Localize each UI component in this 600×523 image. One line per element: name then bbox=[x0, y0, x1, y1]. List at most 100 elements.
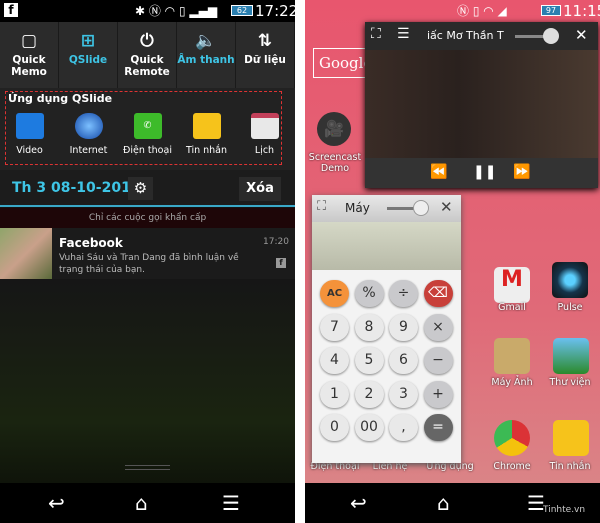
menu-icon[interactable]: ☰ bbox=[222, 491, 240, 515]
home-icon[interactable]: ⌂ bbox=[135, 491, 148, 515]
fullscreen-icon[interactable]: ⛶ bbox=[371, 26, 381, 42]
calc-key[interactable]: AC bbox=[320, 280, 349, 307]
toggle-quick-remote[interactable]: ⏻ Quick Remote bbox=[118, 22, 177, 88]
calc-title-bar: ⛶ Máy ✕ bbox=[312, 195, 461, 222]
camera-icon[interactable] bbox=[494, 338, 530, 374]
close-icon[interactable]: ✕ bbox=[575, 26, 588, 44]
calc-display bbox=[312, 222, 461, 270]
qslide-calculator-window[interactable]: ⛶ Máy ✕ AC% ÷ ⌫ 7 8 9 × 4 5 6− 1 2 3 +0 00, = bbox=[312, 195, 461, 463]
google-search-widget[interactable]: Google bbox=[313, 48, 373, 78]
screencast-icon[interactable]: 🎥 bbox=[317, 112, 351, 146]
close-icon[interactable]: ✕ bbox=[440, 198, 453, 216]
message-icon bbox=[192, 113, 221, 139]
calc-key[interactable]: ⌫ bbox=[423, 280, 453, 307]
battery-icon: 62 bbox=[231, 5, 253, 16]
messages-icon[interactable] bbox=[553, 420, 589, 456]
sound-icon: 🔈 bbox=[195, 31, 217, 51]
calc-key[interactable]: × bbox=[423, 313, 453, 341]
drag-handle[interactable] bbox=[125, 465, 170, 470]
calc-title: Máy bbox=[345, 201, 370, 215]
qslide-app-phone[interactable]: ✆ Điện thoại bbox=[120, 113, 175, 156]
video-controls: ⏪ ❚❚ ⏩ bbox=[365, 158, 598, 188]
remote-icon: ⏻ bbox=[140, 31, 154, 51]
video-title: iấc Mơ Thần T bbox=[427, 29, 504, 42]
calc-key[interactable]: ÷ bbox=[389, 280, 418, 307]
status-bar: Ⓝ ▯ ◠ ◢ 97 11:15 bbox=[305, 0, 600, 22]
status-icons: Ⓝ ▯ ◠ ◢ bbox=[457, 4, 507, 18]
calc-key[interactable]: 2 bbox=[354, 380, 384, 408]
panel-background bbox=[0, 279, 295, 483]
left-phone-notification-panel: f ✱ Ⓝ ◠ ▯ ▂▄▆ 62 17:22 ▢ Quick Memo ⊞ QSli… bbox=[0, 0, 295, 523]
battery-icon: 97 bbox=[541, 5, 561, 16]
calendar-icon bbox=[250, 113, 279, 139]
home-icon[interactable]: ⌂ bbox=[437, 491, 450, 515]
fast-forward-icon[interactable]: ⏩ bbox=[513, 164, 530, 180]
clock: 17:22 bbox=[255, 2, 295, 20]
calc-key[interactable]: + bbox=[423, 380, 453, 408]
video-title-bar: ⛶ ☰ iấc Mơ Thần T ✕ bbox=[365, 22, 598, 50]
opacity-slider-thumb[interactable] bbox=[413, 200, 429, 216]
calc-key[interactable]: 7 bbox=[320, 313, 349, 341]
qslide-video-window[interactable]: ⛶ ☰ iấc Mơ Thần T ✕ ⏪ ❚❚ ⏩ bbox=[365, 22, 598, 188]
qslide-title: Ứng dụng QSlide bbox=[8, 92, 113, 105]
navigation-bar: ↩ ⌂ ☰ bbox=[0, 483, 295, 523]
qslide-icon: ⊞ bbox=[80, 31, 96, 51]
toggle-data[interactable]: ⇅ Dữ liệu bbox=[236, 22, 295, 88]
video-frame bbox=[365, 50, 598, 158]
opacity-slider-thumb[interactable] bbox=[543, 28, 559, 44]
pause-icon[interactable]: ❚❚ bbox=[473, 164, 496, 180]
status-bar: f ✱ Ⓝ ◠ ▯ ▂▄▆ 62 17:22 bbox=[0, 0, 295, 22]
calc-key[interactable]: 9 bbox=[389, 313, 418, 341]
rewind-icon[interactable]: ⏪ bbox=[430, 164, 447, 180]
gallery-icon[interactable] bbox=[553, 338, 589, 374]
gmail-icon[interactable]: M bbox=[494, 267, 530, 303]
emergency-calls-text: Chỉ các cuộc gọi khẩn cấp bbox=[0, 208, 295, 228]
qslide-app-messages[interactable]: Tin nhắn bbox=[179, 113, 234, 156]
navigation-bar: ↩ ⌂ ☰ Tinhte.vn bbox=[305, 483, 600, 523]
clear-button[interactable]: Xóa bbox=[239, 177, 281, 201]
video-icon bbox=[15, 113, 44, 139]
toggle-sound[interactable]: 🔈 Âm thanh bbox=[177, 22, 236, 88]
calc-key[interactable]: 5 bbox=[354, 347, 384, 374]
calc-key[interactable]: 3 bbox=[389, 380, 418, 408]
phone-icon: ✆ bbox=[133, 113, 162, 139]
data-icon: ⇅ bbox=[257, 31, 273, 51]
notification-facebook[interactable]: Facebook 17:20 Vuhai Sáu và Tran Dang đã… bbox=[0, 228, 295, 279]
calc-key[interactable]: 6 bbox=[389, 347, 418, 374]
qslide-app-video[interactable]: Video bbox=[2, 113, 57, 156]
globe-icon bbox=[74, 113, 103, 139]
calc-key[interactable]: 8 bbox=[354, 313, 384, 341]
screencast-label: Screencast Demo bbox=[308, 152, 362, 174]
watermark: Tinhte.vn bbox=[543, 505, 586, 515]
pulse-icon[interactable] bbox=[552, 262, 588, 298]
toggle-quick-memo[interactable]: ▢ Quick Memo bbox=[0, 22, 59, 88]
settings-gear-icon[interactable]: ⚙ bbox=[128, 177, 153, 200]
date-row: Th 3 08-10-2013 ⚙ Xóa bbox=[0, 170, 295, 207]
qslide-app-calendar[interactable]: Lịch bbox=[237, 113, 292, 156]
clock: 11:15 bbox=[563, 2, 600, 20]
chrome-icon[interactable] bbox=[494, 420, 530, 456]
qslide-app-internet[interactable]: Internet bbox=[61, 113, 116, 156]
facebook-icon: f bbox=[4, 3, 18, 17]
toggle-qslide[interactable]: ⊞ QSlide bbox=[59, 22, 118, 88]
facebook-icon: f bbox=[276, 258, 286, 268]
back-icon[interactable]: ↩ bbox=[350, 491, 367, 515]
calc-key[interactable]: 00 bbox=[354, 414, 384, 441]
playlist-icon[interactable]: ☰ bbox=[397, 26, 410, 42]
fullscreen-icon[interactable]: ⛶ bbox=[317, 199, 326, 214]
calc-key[interactable]: , bbox=[389, 414, 418, 441]
calc-key[interactable]: 4 bbox=[320, 347, 349, 374]
calc-key[interactable]: % bbox=[354, 280, 384, 307]
status-icons: ✱ Ⓝ ◠ ▯ ▂▄▆ bbox=[135, 4, 218, 18]
right-phone-home-screen: Ⓝ ▯ ◠ ◢ 97 11:15 Google 🎥 Screencast Dem… bbox=[305, 0, 600, 523]
back-icon[interactable]: ↩ bbox=[48, 491, 65, 515]
calc-key[interactable]: − bbox=[423, 347, 453, 374]
calc-key[interactable]: 1 bbox=[320, 380, 349, 408]
notification-body: Vuhai Sáu và Tran Dang đã bình luận về t… bbox=[59, 253, 239, 275]
quickmemo-icon: ▢ bbox=[20, 31, 38, 51]
calc-keypad: AC% ÷ ⌫ 7 8 9 × 4 5 6− 1 2 3 +0 00, = bbox=[312, 270, 461, 463]
calc-key[interactable]: 0 bbox=[320, 414, 349, 441]
notification-title: Facebook bbox=[59, 236, 123, 250]
notification-photo bbox=[0, 228, 52, 279]
calc-key[interactable]: = bbox=[423, 414, 453, 441]
